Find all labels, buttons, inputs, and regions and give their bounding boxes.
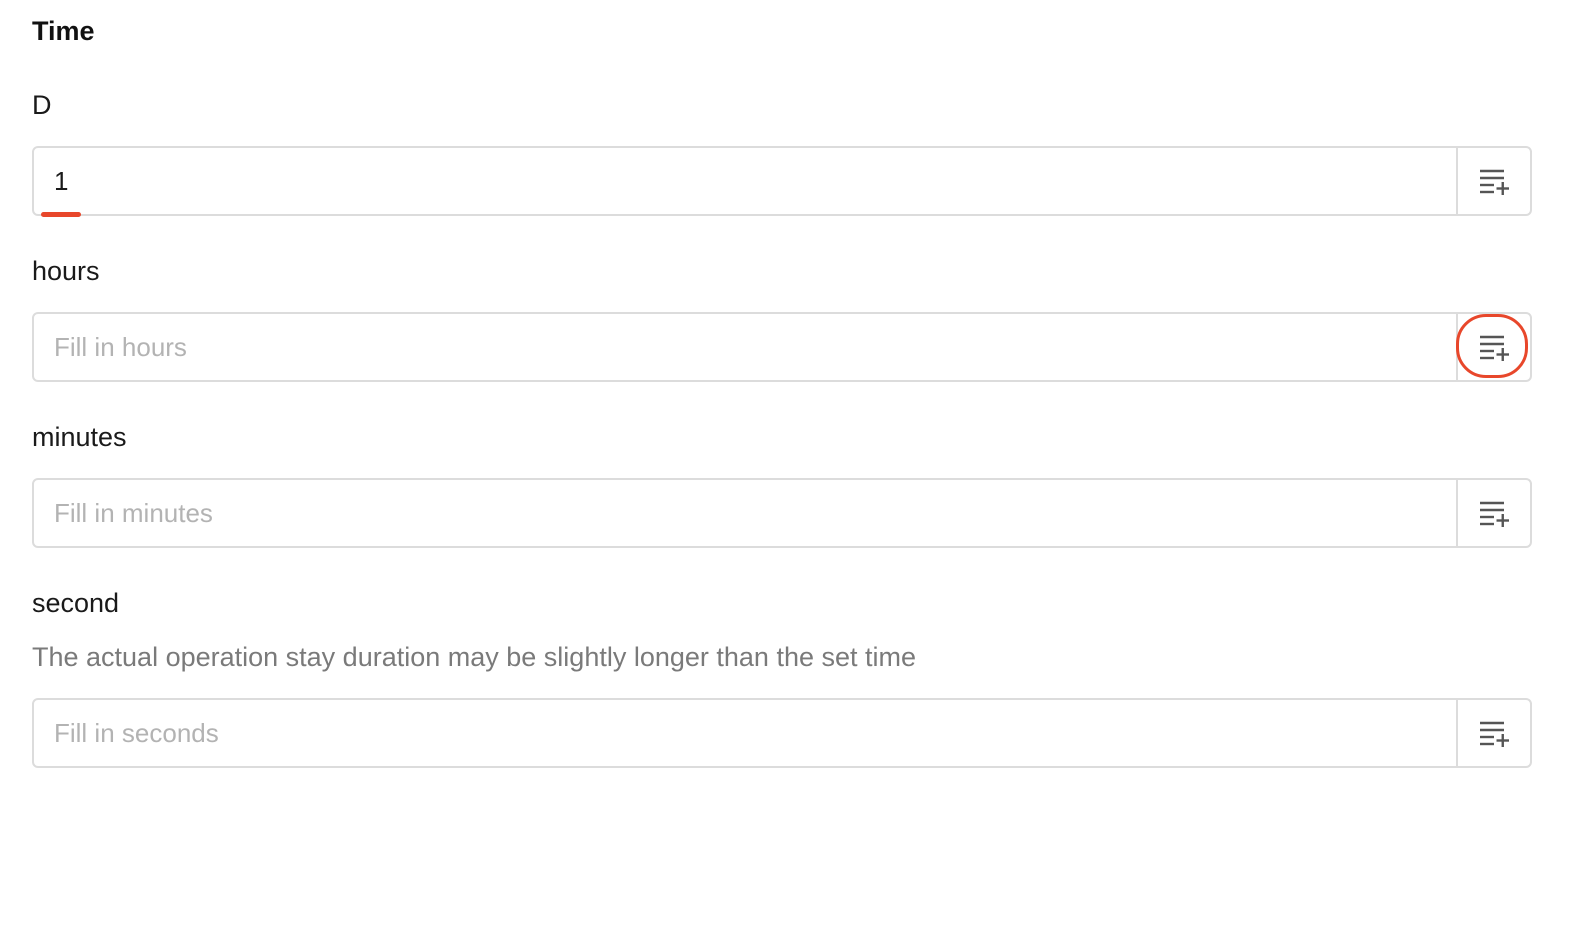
field-label-second: second — [32, 588, 120, 618]
field-label-hours: hours — [32, 256, 100, 286]
insert-variable-icon — [1478, 719, 1510, 747]
insert-variable-icon — [1478, 333, 1510, 361]
minutes-input-group — [32, 478, 1532, 548]
hours-input[interactable] — [34, 314, 1456, 380]
field-label-minutes: minutes — [32, 422, 127, 452]
field-description-second: The actual operation stay duration may b… — [32, 642, 916, 672]
section-title: Time — [32, 16, 95, 46]
days-input-group — [32, 146, 1532, 217]
annotation-underline — [41, 212, 81, 217]
days-input[interactable] — [34, 148, 1456, 214]
seconds-input[interactable] — [34, 700, 1456, 766]
days-insert-button[interactable] — [1456, 148, 1530, 214]
field-label-d: D — [32, 90, 52, 120]
hours-insert-button[interactable] — [1456, 314, 1530, 380]
insert-variable-icon — [1478, 167, 1510, 195]
seconds-insert-button[interactable] — [1456, 700, 1530, 766]
insert-variable-icon — [1478, 499, 1510, 527]
minutes-insert-button[interactable] — [1456, 480, 1530, 546]
hours-input-group — [32, 312, 1532, 382]
minutes-input[interactable] — [34, 480, 1456, 546]
seconds-input-group — [32, 698, 1532, 768]
